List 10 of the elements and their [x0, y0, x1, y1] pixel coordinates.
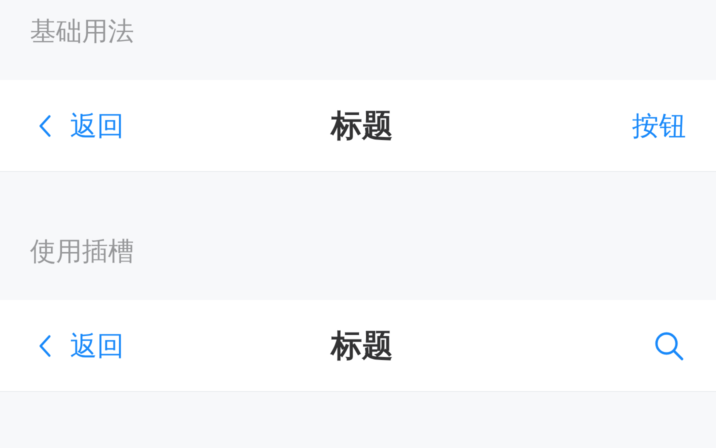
chevron-left-icon	[38, 334, 52, 358]
back-link[interactable]: 返回	[38, 328, 124, 364]
nav-title: 标题	[331, 326, 393, 366]
section-title: 基础用法	[29, 16, 135, 49]
back-link[interactable]: 返回	[38, 108, 124, 144]
nav-title: 标题	[331, 106, 393, 146]
section-title: 使用插槽	[29, 236, 135, 269]
chevron-left-icon	[38, 114, 52, 138]
right-button[interactable]: 按钮	[632, 108, 686, 144]
search-icon[interactable]	[654, 330, 684, 360]
